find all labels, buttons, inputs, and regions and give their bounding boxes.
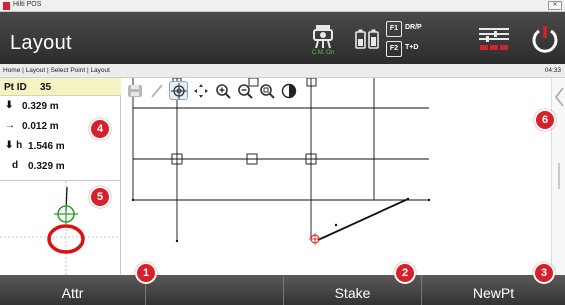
window-close-button[interactable]: ✕ [548, 1, 562, 10]
map-canvas[interactable] [121, 77, 551, 275]
chevron-left-icon [554, 87, 564, 107]
zoom-in-icon [215, 83, 231, 99]
breadcrumb[interactable]: Home | Layout | Select Point | Layout [3, 67, 110, 74]
power-button[interactable] [528, 18, 562, 60]
line-tool-button[interactable] [147, 81, 166, 100]
target-icon [170, 82, 187, 99]
collapse-panel-button[interactable] [554, 87, 564, 107]
save-icon [127, 84, 142, 97]
annotation-badge-2: 2 [394, 262, 416, 284]
battery-button[interactable] [352, 18, 382, 60]
settings-button[interactable] [474, 18, 514, 60]
point-id-value: 35 [40, 82, 52, 93]
offset-distance-value: 0.329 m [28, 161, 65, 172]
scrollbar-thumb[interactable] [558, 163, 560, 189]
offset-row-distance: d 0.329 m [0, 158, 121, 176]
power-icon [532, 26, 558, 53]
offset-height-value: 1.546 m [28, 141, 65, 152]
clock-time: 04:33 [544, 67, 561, 74]
f2-key[interactable]: F2 T+D [386, 41, 456, 57]
window-titlebar: Hilti POS ✕ [0, 0, 565, 12]
attr-button[interactable]: Attr [0, 275, 146, 305]
instrument-status-button[interactable]: C.M. On [305, 18, 341, 60]
annotation-badge-3: 3 [533, 262, 555, 284]
instrument-icon [313, 24, 333, 48]
line-tool-icon [150, 83, 163, 98]
function-keys: F1 DR/P F2 T+D [386, 18, 464, 60]
distance-label: d [12, 160, 19, 171]
offset-row-height: ⬇ h 1.546 m [0, 138, 121, 156]
softkey-2-button[interactable] [146, 275, 284, 305]
zoom-out-button[interactable] [235, 81, 254, 100]
save-button[interactable] [125, 81, 144, 100]
contrast-icon [281, 83, 296, 98]
page-title: Layout [10, 32, 72, 54]
contrast-button[interactable] [279, 81, 298, 100]
offset-lateral-value: 0.012 m [22, 121, 59, 132]
zoom-in-button[interactable] [213, 81, 232, 100]
app-header: Layout C.M. On F1 DR/P F2 T+D [0, 12, 565, 64]
battery-icon [355, 29, 379, 49]
window-title: Hilti POS [13, 1, 42, 8]
annotation-badge-4: 4 [89, 118, 111, 140]
annotation-badge-6: 6 [534, 109, 556, 131]
height-arrow-icon: ⬇ h [5, 140, 23, 151]
settings-icon [479, 28, 509, 50]
offset-vertical-value: 0.329 m [22, 101, 59, 112]
zoom-fit-button[interactable] [257, 81, 276, 100]
app-icon [3, 2, 10, 10]
side-panel [551, 78, 565, 275]
f2-key-function: T+D [405, 44, 419, 51]
f1-key-label: F1 [386, 21, 402, 37]
pan-icon [193, 83, 208, 98]
pan-button[interactable] [191, 81, 210, 100]
down-arrow-icon: ⬇ [5, 100, 14, 111]
f2-key-label: F2 [386, 41, 402, 57]
right-arrow-icon: → [5, 120, 15, 131]
zoom-out-icon [237, 83, 253, 99]
instrument-status-text: C.M. On [311, 49, 335, 56]
point-id-label: Pt ID [4, 82, 27, 93]
offset-row-vertical: ⬇ 0.329 m [0, 98, 121, 116]
breadcrumb-bar: Home | Layout | Select Point | Layout 04… [0, 64, 565, 78]
point-id-row[interactable]: Pt ID 35 [0, 78, 121, 96]
zoom-fit-icon [259, 83, 275, 99]
softkey-bar: Attr Stake NewPt [0, 275, 565, 305]
f1-key-function: DR/P [405, 24, 422, 31]
annotation-badge-5: 5 [89, 186, 111, 208]
f1-key[interactable]: F1 DR/P [386, 21, 456, 37]
target-button[interactable] [169, 81, 188, 100]
annotation-badge-1: 1 [135, 262, 157, 284]
